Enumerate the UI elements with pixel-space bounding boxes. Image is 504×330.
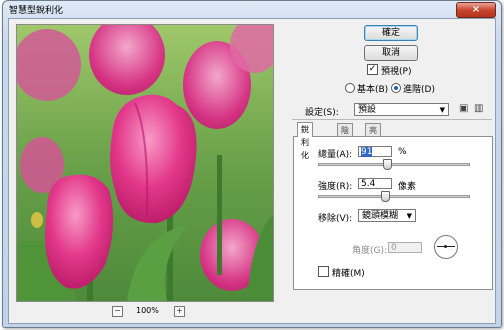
amount-slider-thumb[interactable] [383, 159, 393, 170]
angle-input[interactable]: 0 [388, 242, 422, 253]
radius-value: 5.4 [361, 179, 376, 189]
radius-input[interactable]: 5.4 [358, 178, 392, 189]
radius-label: 強度(R): [318, 182, 353, 192]
remove-value: 鏡頭模糊 [362, 211, 399, 221]
dialog-body: − 100% + 確定 取消 ✓ 預視(P) 基本(B) 進階(D) 設定(S)… [8, 18, 496, 324]
angle-label: 角度(G): [352, 246, 388, 256]
chevron-down-icon: ▼ [439, 106, 445, 114]
titlebar: 智慧型銳利化 × [3, 1, 501, 18]
tulip-image [17, 25, 273, 301]
more-accurate-checkbox[interactable] [318, 266, 329, 277]
floppy-icon[interactable]: ▣ [459, 103, 468, 114]
settings-label: 設定(S): [305, 108, 339, 118]
zoom-in-button[interactable]: + [174, 306, 185, 317]
dialog-title: 智慧型銳利化 [9, 6, 64, 16]
zoom-out-button[interactable]: − [112, 306, 123, 317]
chevron-down-icon: ▼ [406, 212, 412, 220]
radius-unit: 像素 [398, 182, 417, 192]
amount-unit: % [398, 147, 407, 157]
settings-select[interactable]: 預設 ▼ [354, 103, 449, 116]
image-preview[interactable] [16, 24, 274, 302]
more-accurate-label: 精確(M) [332, 269, 365, 279]
remove-select[interactable]: 鏡頭模糊 ▼ [358, 209, 416, 222]
close-button[interactable]: × [456, 2, 496, 18]
basic-label: 基本(B) [357, 85, 389, 95]
trash-icon[interactable]: ▥ [474, 103, 483, 114]
zoom-level: 100% [136, 306, 159, 315]
ok-button[interactable]: 確定 [364, 25, 418, 41]
angle-dial[interactable] [434, 235, 458, 259]
angle-value: 0 [391, 243, 397, 253]
radius-slider-thumb[interactable] [380, 191, 390, 202]
divider [292, 119, 492, 120]
cancel-button[interactable]: 取消 [364, 45, 418, 61]
zoom-controls: − 100% + [9, 303, 279, 319]
preview-checkbox[interactable]: ✓ [367, 64, 378, 75]
tab-highlight[interactable]: 亮部 [365, 123, 381, 148]
preview-label: 預視(P) [381, 67, 412, 77]
amount-value: 91 [361, 147, 373, 157]
basic-radio[interactable] [345, 83, 355, 93]
tab-sharpen[interactable]: 銳利化 [297, 122, 313, 160]
settings-value: 預設 [358, 105, 377, 115]
amount-slider-track[interactable] [318, 163, 470, 166]
tab-shadow[interactable]: 陰影 [337, 123, 353, 148]
radius-slider-track[interactable] [318, 195, 470, 198]
amount-input[interactable]: 91 [358, 146, 392, 157]
advanced-radio[interactable] [391, 83, 401, 93]
advanced-label: 進階(D) [403, 85, 435, 95]
sharpen-panel: 總量(A): 91 % 強度(R): 5.4 像素 移除(V): 鏡頭模糊 ▼ … [293, 136, 493, 290]
amount-label: 總量(A): [318, 150, 353, 160]
dialog-window: 智慧型銳利化 × − 100% + 確定 取消 ✓ 預視(P) 基本(B) 進階… [2, 0, 502, 328]
remove-label: 移除(V): [318, 214, 353, 224]
